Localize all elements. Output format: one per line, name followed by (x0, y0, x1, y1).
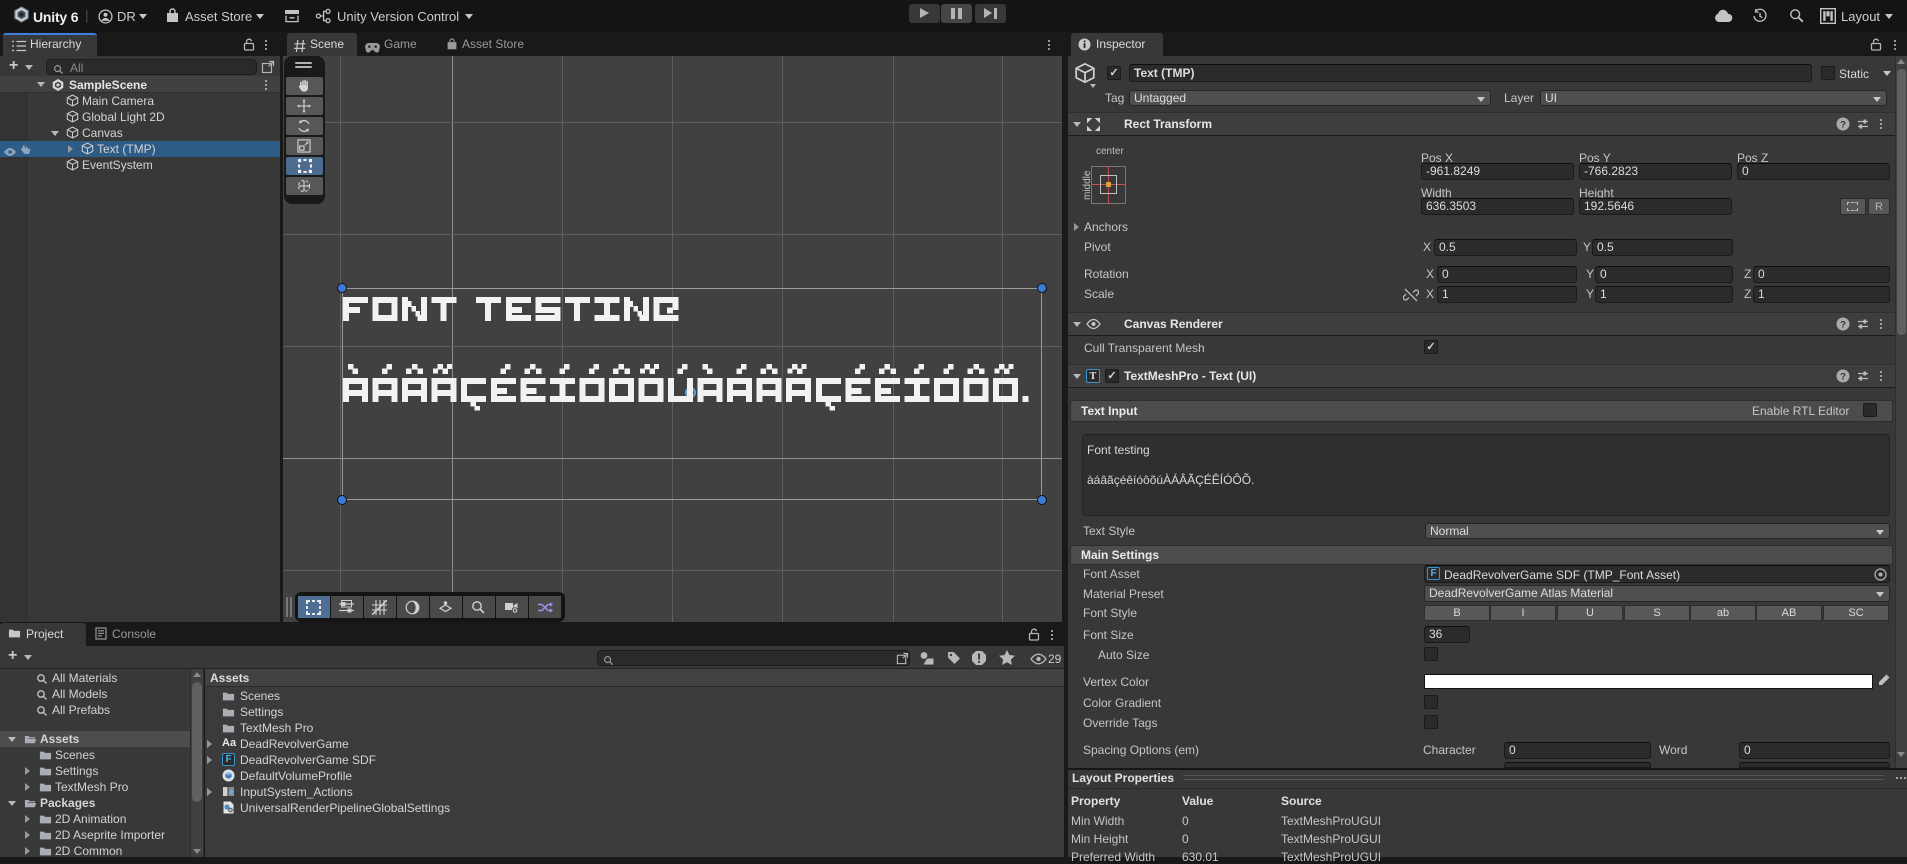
svg-text:?: ? (1840, 319, 1846, 330)
svg-text:?: ? (1840, 119, 1846, 130)
svg-text:?: ? (1840, 371, 1846, 382)
